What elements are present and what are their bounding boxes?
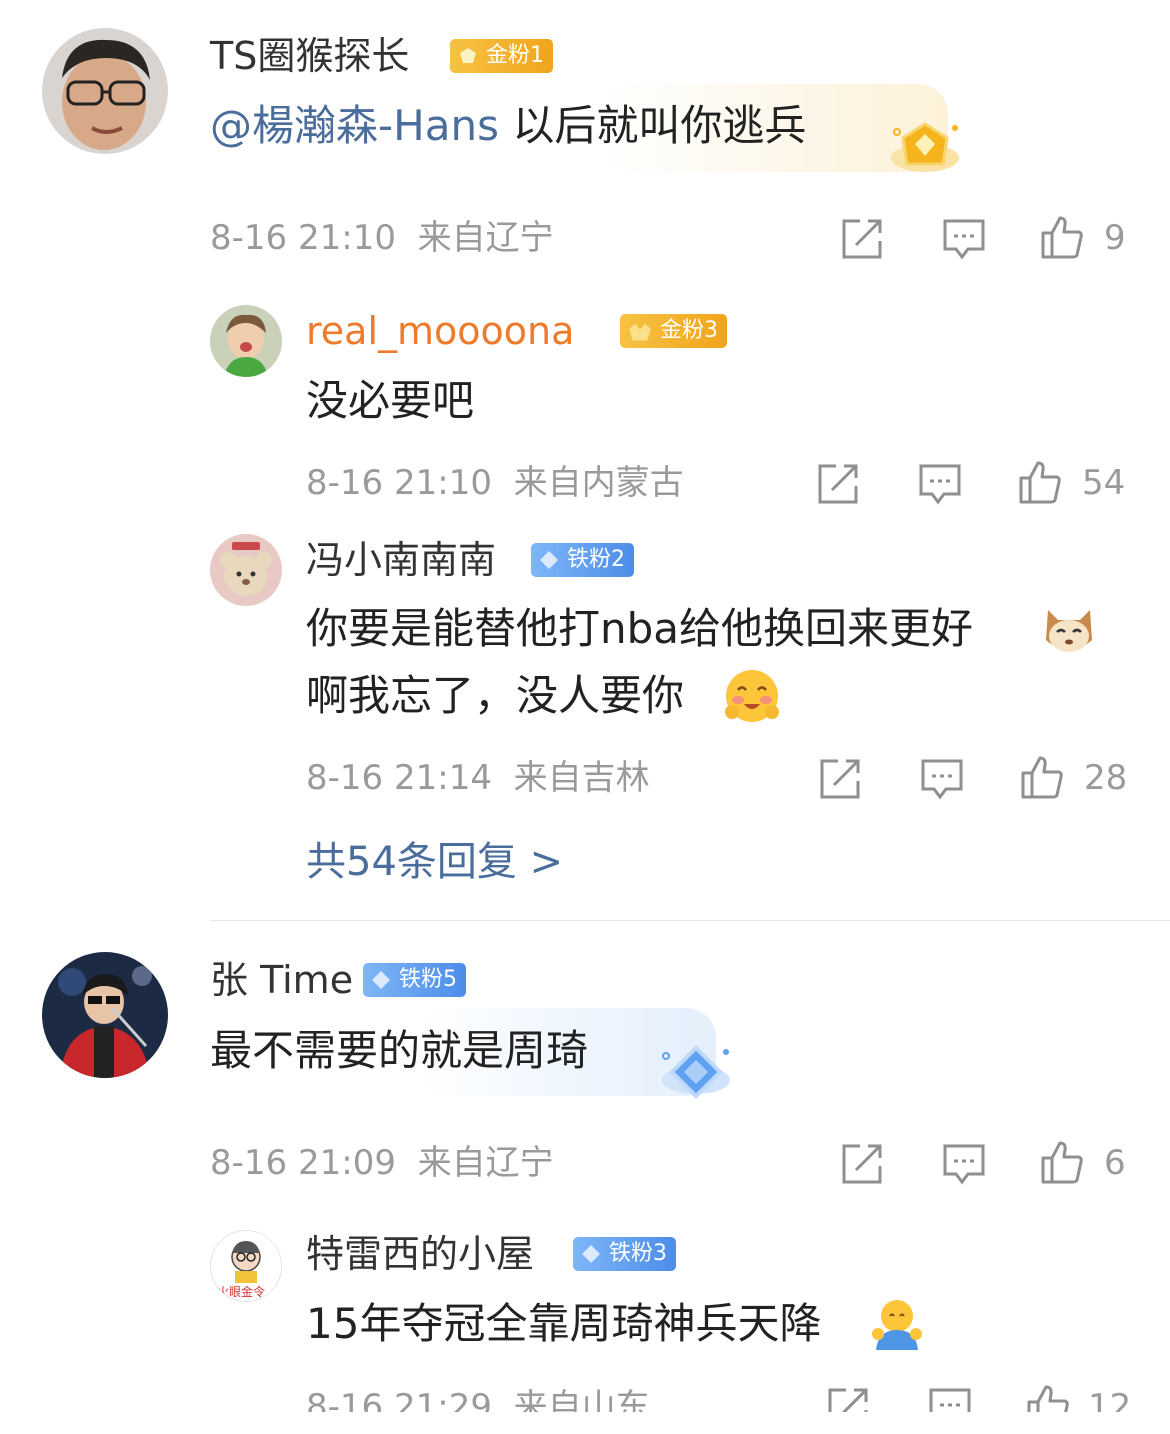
- comment-meta: 8-16 21:09 来自辽宁: [210, 1143, 554, 1183]
- username[interactable]: 张 Time: [210, 958, 353, 1002]
- share-icon: [820, 759, 860, 799]
- reply-text-line2: 啊我忘了，没人要你: [306, 671, 685, 720]
- reply-text-line1: 你要是能替他打nba给他换回来更好: [306, 604, 974, 653]
- fan-badge[interactable]: 铁粉2: [531, 543, 634, 577]
- like-count: 54: [1082, 463, 1126, 503]
- reply-meta: 8-16 21:10 来自内蒙古: [306, 463, 684, 503]
- reply-button[interactable]: [942, 217, 986, 261]
- share-button[interactable]: [818, 757, 862, 801]
- avatar[interactable]: 火眼金令: [210, 1230, 282, 1302]
- location: 来自辽宁: [417, 1143, 554, 1183]
- gold-crown-decoration-icon: [891, 122, 959, 172]
- like-button[interactable]: [1018, 460, 1062, 504]
- fan-badge-label: 铁粉2: [567, 547, 625, 572]
- like-count: 6: [1104, 1143, 1126, 1183]
- username[interactable]: 特雷西的小屋: [306, 1232, 534, 1276]
- thumbs-up-icon: [1041, 216, 1083, 259]
- hug-emoji-icon: [872, 1300, 922, 1350]
- comment-icon: [919, 464, 961, 505]
- avatar[interactable]: [210, 305, 282, 377]
- username[interactable]: 冯小南南南: [306, 538, 496, 582]
- diamond-icon: [540, 551, 558, 569]
- timestamp: 8-16 21:09: [210, 1143, 396, 1183]
- fan-badge[interactable]: 金粉1: [450, 39, 553, 73]
- like-count: 28: [1084, 758, 1128, 798]
- avatar[interactable]: [42, 952, 168, 1078]
- mention-link[interactable]: @楊瀚森-Hans: [210, 101, 499, 150]
- location: 来自内蒙古: [513, 463, 684, 503]
- view-all-replies-link[interactable]: 共54条回复 >: [306, 838, 563, 886]
- share-icon: [818, 464, 858, 504]
- like-count: 9: [1104, 218, 1126, 258]
- username[interactable]: TS圈猴探长: [210, 34, 409, 78]
- like-button[interactable]: [1040, 1140, 1084, 1184]
- comment-icon: [943, 219, 985, 260]
- username[interactable]: real_moooona: [306, 309, 574, 353]
- crown-icon: [629, 323, 651, 341]
- comment-icon: [943, 1144, 985, 1185]
- reply-button[interactable]: [918, 462, 962, 506]
- location: 来自吉林: [513, 758, 650, 798]
- share-icon: [842, 219, 882, 259]
- timestamp: 8-16 21:10: [306, 463, 492, 503]
- share-button[interactable]: [840, 1142, 884, 1186]
- location: 来自辽宁: [417, 218, 554, 258]
- share-button[interactable]: [816, 462, 860, 506]
- avatar-caption: 火眼金令: [217, 1285, 266, 1299]
- like-button[interactable]: [1040, 215, 1084, 259]
- comment-text: @楊瀚森-Hans 以后就叫你逃兵: [210, 100, 806, 152]
- avatar[interactable]: [210, 534, 282, 606]
- crown-icon: [460, 48, 476, 63]
- divider: [210, 920, 1170, 921]
- reply-text: 没必要吧: [306, 376, 475, 425]
- share-button[interactable]: [840, 217, 884, 261]
- comment-body: 以后就叫你逃兵: [498, 101, 807, 150]
- thumbs-up-icon: [1041, 1141, 1083, 1184]
- reply-button[interactable]: [920, 757, 964, 801]
- diamond-icon: [372, 971, 390, 989]
- share-icon: [842, 1144, 882, 1184]
- diamond-icon: [582, 1245, 600, 1263]
- timestamp: 8-16 21:14: [306, 758, 492, 798]
- blue-diamond-decoration-icon: [662, 1045, 730, 1099]
- fan-badge[interactable]: 铁粉5: [363, 963, 466, 997]
- comment-meta: 8-16 21:10 来自辽宁: [210, 218, 554, 258]
- thumbs-up-icon: [1019, 461, 1061, 504]
- fan-badge[interactable]: 铁粉3: [573, 1237, 676, 1271]
- fan-badge-label: 铁粉3: [609, 1241, 667, 1266]
- bottom-edge: [0, 1412, 1170, 1430]
- fan-badge-label: 铁粉5: [399, 967, 457, 992]
- blush-emoji-icon: [725, 670, 779, 722]
- cat-emoji-icon: [1046, 610, 1092, 652]
- fan-badge-label: 金粉3: [660, 318, 718, 343]
- avatar[interactable]: [42, 28, 168, 154]
- reply-button[interactable]: [942, 1142, 986, 1186]
- like-button[interactable]: [1020, 755, 1064, 799]
- thumbs-up-icon: [1021, 756, 1063, 799]
- timestamp: 8-16 21:10: [210, 218, 396, 258]
- reply-text: 15年夺冠全靠周琦神兵天降: [306, 1299, 822, 1348]
- fan-badge[interactable]: 金粉3: [620, 314, 727, 348]
- comment-icon: [921, 759, 963, 800]
- reply-meta: 8-16 21:14 来自吉林: [306, 758, 650, 798]
- fan-badge-label: 金粉1: [486, 43, 544, 68]
- comment-text: 最不需要的就是周琦: [210, 1026, 589, 1075]
